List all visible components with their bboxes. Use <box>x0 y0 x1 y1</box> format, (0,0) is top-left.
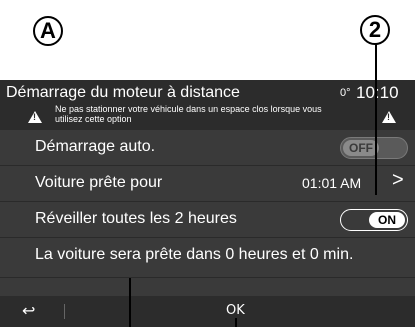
page-title: Démarrage du moteur à distance <box>6 84 240 101</box>
footer-bar: ↩ OK <box>0 296 415 327</box>
footer-divider <box>64 304 65 319</box>
callout-a: A <box>33 16 63 46</box>
page: A 2 Démarrage du moteur à distance 0° 10… <box>0 0 415 327</box>
ready-for-time: 01:01 AM <box>302 175 362 191</box>
auto-start-row[interactable]: Démarrage auto. OFF <box>0 130 415 166</box>
chevron-right-icon[interactable]: > <box>392 169 404 192</box>
auto-start-toggle-label: OFF <box>343 140 379 156</box>
callout-leader-line <box>129 278 131 327</box>
warning-triangle-icon <box>382 111 396 123</box>
warning-triangle-icon <box>28 111 42 123</box>
header: Démarrage du moteur à distance 0° 10:10 … <box>0 80 415 130</box>
warning-text: Ne pas stationner votre véhicule dans un… <box>55 104 322 124</box>
remote-start-screen: Démarrage du moteur à distance 0° 10:10 … <box>0 80 415 327</box>
clock: 10:10 <box>356 83 399 102</box>
temperature-readout: 0° <box>340 87 351 99</box>
auto-start-toggle[interactable]: OFF <box>340 137 408 159</box>
ready-info-row: La voiture sera prête dans 0 heures et 0… <box>0 238 415 278</box>
wake-toggle-label: ON <box>369 212 405 228</box>
wake-label: Réveiller toutes les 2 heures <box>35 210 237 227</box>
wake-toggle[interactable]: ON <box>340 209 408 231</box>
callout-leader-line <box>375 45 377 195</box>
back-icon[interactable]: ↩ <box>22 301 35 321</box>
callout-2: 2 <box>360 15 390 45</box>
ready-info-text: La voiture sera prête dans 0 heures et 0… <box>35 246 354 263</box>
wake-row[interactable]: Réveiller toutes les 2 heures ON <box>0 202 415 238</box>
ready-for-label: Voiture prête pour <box>35 174 163 191</box>
auto-start-label: Démarrage auto. <box>35 138 156 155</box>
ok-button[interactable]: OK <box>226 303 245 318</box>
callout-leader-line <box>235 318 237 327</box>
ready-for-row[interactable]: Voiture prête pour 01:01 AM > <box>0 166 415 202</box>
